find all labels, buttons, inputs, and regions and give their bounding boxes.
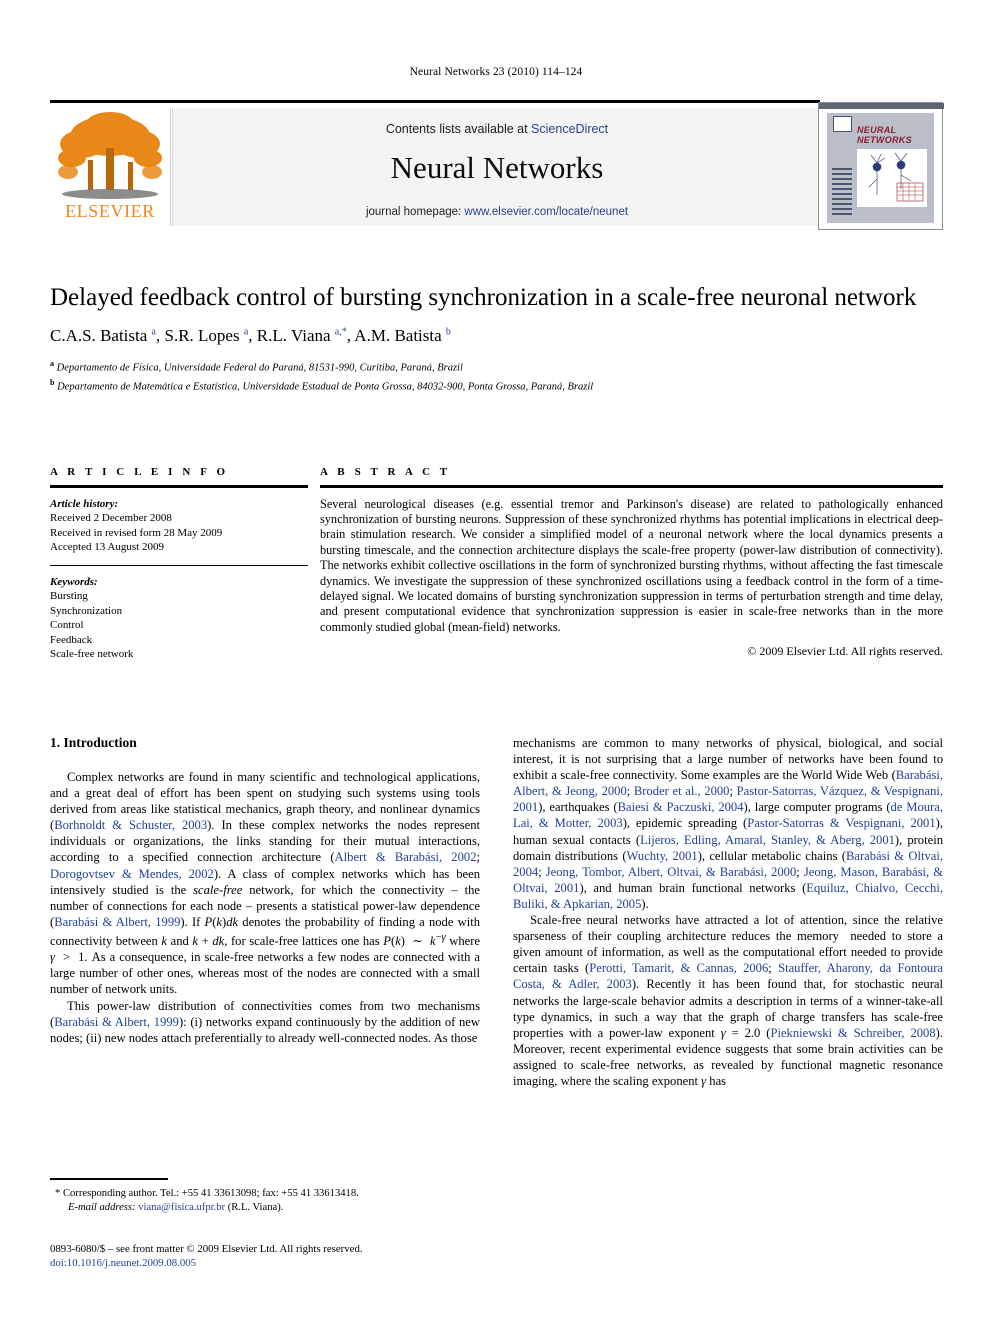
body-paragraph: Complex networks are found in many scien… bbox=[50, 770, 481, 997]
journal-masthead: ELSEVIER Contents lists available at Sci… bbox=[50, 100, 944, 230]
email-address-label: E-mail address: bbox=[68, 1202, 136, 1213]
article-info-column: A R T I C L E I N F O Article history: R… bbox=[50, 466, 308, 662]
cover-journal-title: NEURAL NETWORKS bbox=[857, 125, 933, 145]
history-accepted: Accepted 13 August 2009 bbox=[50, 541, 164, 553]
body-columns: 1. Introduction Complex networks are fou… bbox=[50, 735, 943, 1235]
cover-inner: NEURAL NETWORKS bbox=[827, 113, 934, 223]
body-column-right: mechanisms are common to many networks o… bbox=[513, 735, 943, 1089]
journal-title: Neural Networks bbox=[390, 150, 604, 185]
citation-link[interactable]: Piekniewski & Schreiber, 2008 bbox=[770, 1026, 935, 1040]
neuron-diagram-icon bbox=[868, 152, 924, 202]
elsevier-wordmark: ELSEVIER bbox=[65, 201, 155, 221]
masthead-top-rule bbox=[50, 100, 820, 103]
page-footer: 0893-6080/$ – see front matter © 2009 El… bbox=[50, 1242, 550, 1270]
sciencedirect-link[interactable]: ScienceDirect bbox=[531, 122, 608, 136]
body-paragraph: mechanisms are common to many networks o… bbox=[513, 736, 944, 911]
affiliations: a Departamento de Física, Universidade F… bbox=[50, 357, 943, 394]
citation-link[interactable]: Albert & Barabási, 2002 bbox=[335, 850, 477, 864]
author-affil-marker: a bbox=[151, 326, 156, 338]
citation-link[interactable]: Perotti, Tamarit, & Cannas, 2006 bbox=[589, 961, 768, 975]
keywords-group: Keywords: Bursting Synchronization Contr… bbox=[50, 575, 308, 662]
keyword-item: Control bbox=[50, 619, 84, 631]
cover-sidebar-lines bbox=[832, 168, 852, 218]
abstract-rule bbox=[320, 485, 943, 488]
keyword-item: Scale-free network bbox=[50, 648, 134, 660]
history-revised: Received in revised form 28 May 2009 bbox=[50, 526, 223, 539]
affiliation-a: a Departamento de Física, Universidade F… bbox=[50, 357, 943, 376]
cover-top-band bbox=[819, 103, 944, 109]
citation-link[interactable]: Baiesi & Paczuski, 2004 bbox=[618, 800, 744, 814]
author-list: C.A.S. Batista a, S.R. Lopes a, R.L. Via… bbox=[50, 326, 451, 345]
title-block: Delayed feedback control of bursting syn… bbox=[50, 282, 943, 394]
footnote-contact-text: * Corresponding author. Tel.: +55 41 336… bbox=[55, 1188, 359, 1199]
citation-link[interactable]: Broder et al., 2000 bbox=[634, 784, 730, 798]
cover-publisher-mark bbox=[833, 116, 852, 132]
keyword-item: Synchronization bbox=[50, 604, 123, 617]
running-head: Neural Networks 23 (2010) 114–124 bbox=[409, 66, 583, 78]
affiliation-a-text: Departamento de Física, Universidade Fed… bbox=[56, 362, 463, 374]
abstract-column: A B S T R A C T Several neurological dis… bbox=[320, 466, 943, 659]
author-affil-marker: a bbox=[243, 326, 249, 338]
abstract-heading: A B S T R A C T bbox=[320, 466, 451, 478]
author-affil-marker: a,* bbox=[334, 326, 347, 338]
footnote-contact-line: * Corresponding author. Tel.: +55 41 336… bbox=[50, 1187, 480, 1201]
email-owner: (R.L. Viana). bbox=[227, 1202, 284, 1213]
elsevier-logo: ELSEVIER bbox=[50, 108, 171, 226]
abstract-copyright: © 2009 Elsevier Ltd. All rights reserved… bbox=[747, 644, 943, 659]
journal-cover-thumbnail: NEURAL NETWORKS bbox=[818, 102, 944, 230]
homepage-url-link[interactable]: www.elsevier.com/locate/neunet bbox=[464, 206, 628, 218]
keywords-divider bbox=[50, 564, 308, 566]
article-history-group: Article history: Received 2 December 200… bbox=[50, 497, 308, 555]
contents-prefix: Contents lists available at bbox=[385, 122, 532, 136]
corresponding-author-footnote: * Corresponding author. Tel.: +55 41 336… bbox=[50, 1178, 480, 1215]
keywords-label: Keywords: bbox=[50, 575, 98, 588]
footnote-email-line: E-mail address: viana@fisica.ufpr.br (R.… bbox=[50, 1201, 480, 1215]
masthead-center-panel: Contents lists available at ScienceDirec… bbox=[172, 108, 821, 226]
article-history-label: Article history: bbox=[50, 497, 119, 510]
citation-link[interactable]: Wuchty, 2001 bbox=[627, 849, 698, 863]
affiliation-b: b Departamento de Matemática e Estatísti… bbox=[50, 376, 943, 395]
author-affil-marker: b bbox=[445, 326, 451, 338]
footnote-rule bbox=[50, 1178, 168, 1180]
article-info-heading: A R T I C L E I N F O bbox=[50, 466, 229, 478]
cover-neuron-illustration bbox=[857, 149, 927, 207]
homepage-label: journal homepage: bbox=[365, 206, 465, 218]
journal-homepage-line: journal homepage: www.elsevier.com/locat… bbox=[173, 206, 821, 218]
citation-link[interactable]: Jeong, Tombor, Albert, Oltvai, & Barabás… bbox=[546, 865, 796, 879]
emphasis-scale-free: scale-free bbox=[193, 882, 243, 897]
cover-title-line-2: NETWORKS bbox=[857, 135, 912, 145]
abstract-text: Several neurological diseases (e.g. esse… bbox=[320, 496, 943, 634]
contents-available-line: Contents lists available at ScienceDirec… bbox=[173, 122, 821, 136]
citation-link[interactable]: Pastor-Satorras & Vespignani, 2001 bbox=[747, 816, 935, 830]
affil-marker-a: a bbox=[50, 359, 54, 368]
section-heading-introduction: 1. Introduction bbox=[50, 735, 137, 750]
keyword-item: Bursting bbox=[50, 590, 88, 602]
body-paragraph: This power-law distribution of connectiv… bbox=[50, 998, 480, 1045]
affiliation-b-text: Departamento de Matemática e Estatística… bbox=[57, 381, 594, 392]
body-paragraph: Scale-free neural networks have attracte… bbox=[513, 913, 943, 1088]
article-info-rule bbox=[50, 485, 308, 488]
citation-link[interactable]: Borhnoldt & Schuster, 2003 bbox=[54, 818, 207, 832]
elsevier-tree-icon bbox=[58, 112, 162, 199]
email-link[interactable]: viana@fisica.ufpr.br bbox=[138, 1202, 225, 1213]
cover-title-line-1: NEURAL bbox=[857, 125, 897, 135]
citation-link[interactable]: Lijeros, Edling, Amaral, Stanley, & Aber… bbox=[640, 833, 895, 847]
keyword-item: Feedback bbox=[50, 633, 93, 646]
history-received: Received 2 December 2008 bbox=[50, 512, 172, 524]
issn-front-matter: 0893-6080/$ – see front matter © 2009 El… bbox=[50, 1243, 363, 1255]
citation-link[interactable]: Barabási & Albert, 1999 bbox=[54, 1015, 179, 1029]
affil-marker-b: b bbox=[50, 377, 55, 387]
body-column-left: 1. Introduction Complex networks are fou… bbox=[50, 735, 480, 1046]
citation-link[interactable]: Barabási & Albert, 1999 bbox=[54, 915, 180, 929]
doi-link[interactable]: doi:10.1016/j.neunet.2009.08.005 bbox=[50, 1256, 550, 1270]
page-title: Delayed feedback control of bursting syn… bbox=[50, 284, 917, 311]
article-page: Neural Networks 23 (2010) 114–124 ELSEVI… bbox=[0, 0, 992, 1323]
citation-link[interactable]: Dorogovtsev & Mendes, 2002 bbox=[50, 867, 214, 881]
